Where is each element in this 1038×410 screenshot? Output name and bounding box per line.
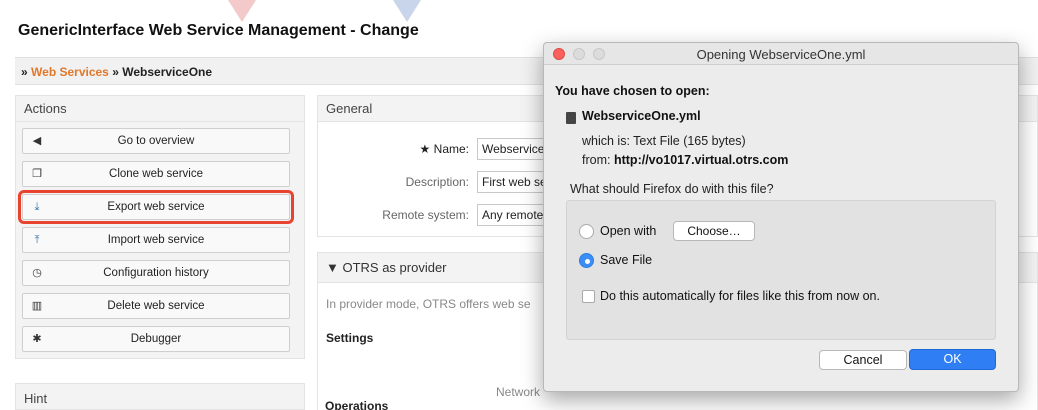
delete-web-service-button[interactable]: ▥ Delete web service: [22, 293, 290, 319]
save-file-radio[interactable]: [579, 253, 594, 268]
description-row: Description:: [318, 171, 469, 193]
ok-button[interactable]: OK: [909, 349, 996, 370]
file-type-info: which is: Text File (165 bytes): [582, 134, 746, 148]
actions-list: ◀ Go to overview ❐ Clone web service ⤓ E…: [16, 122, 304, 358]
provider-description: In provider mode, OTRS offers web se: [326, 297, 531, 311]
name-row: ★ Name:: [318, 138, 469, 160]
dialog-title: Opening WebserviceOne.yml: [696, 47, 866, 62]
settings-title: Settings: [326, 331, 374, 345]
actions-box: Actions ◀ Go to overview ❐ Clone web ser…: [15, 95, 305, 359]
open-with-radio[interactable]: [579, 224, 594, 239]
sidebar: Actions ◀ Go to overview ❐ Clone web ser…: [15, 95, 305, 359]
upload-icon: ⤒: [34, 234, 40, 246]
required-star-icon: ★: [419, 142, 431, 156]
button-label: Export web service: [107, 201, 205, 213]
import-web-service-button[interactable]: ⤒ Import web service: [22, 227, 290, 253]
file-name: WebserviceOne.yml: [582, 109, 701, 123]
action-question: What should Firefox do with this file?: [570, 182, 774, 196]
button-label: Import web service: [107, 234, 205, 246]
button-label: Go to overview: [117, 135, 195, 147]
decor-wedge-blue: [393, 0, 421, 22]
remote-system-row: Remote system:: [318, 204, 469, 226]
export-web-service-button[interactable]: ⤓ Export web service: [18, 190, 294, 224]
network-label: Network: [496, 385, 541, 399]
decor-wedge-red: [228, 0, 256, 22]
button-label: Clone web service: [109, 168, 203, 180]
bug-icon: ✱: [32, 333, 42, 345]
dialog-titlebar: Opening WebserviceOne.yml: [544, 43, 1018, 65]
name-label: ★ Name:: [319, 138, 469, 160]
save-file-label[interactable]: Save File: [600, 253, 652, 267]
from-url: http://vo1017.virtual.otrs.com: [613, 153, 789, 167]
clock-icon: ◷: [32, 267, 42, 279]
trash-icon: ▥: [31, 300, 43, 312]
page-title: GenericInterface Web Service Management …: [18, 22, 419, 39]
description-input[interactable]: First web se: [477, 171, 547, 193]
button-label: Configuration history: [103, 267, 209, 279]
hint-header: Hint: [15, 383, 305, 410]
auto-action-checkbox[interactable]: [582, 290, 595, 303]
configuration-history-button[interactable]: ◷ Configuration history: [22, 260, 290, 286]
cancel-button[interactable]: Cancel: [819, 350, 907, 370]
description-label: Description:: [405, 175, 469, 189]
name-input[interactable]: Webservice: [477, 138, 547, 160]
breadcrumb-link-web-services[interactable]: Web Services: [31, 65, 109, 79]
remote-system-input[interactable]: Any remote: [477, 204, 547, 226]
button-label: Debugger: [130, 333, 182, 345]
options-group: Open with Choose… Save File Do this auto…: [566, 200, 996, 340]
open-with-label[interactable]: Open with: [600, 224, 656, 238]
breadcrumb-separator: »: [112, 65, 119, 79]
download-icon: ⤓: [34, 201, 40, 213]
debugger-button[interactable]: ✱ Debugger: [22, 326, 290, 352]
chosen-heading: You have chosen to open:: [555, 84, 710, 98]
file-icon: [566, 112, 576, 124]
clone-icon: ❐: [32, 168, 42, 180]
remote-system-label: Remote system:: [382, 208, 469, 222]
operations-title: Operations: [325, 399, 389, 410]
download-dialog: Opening WebserviceOne.yml You have chose…: [543, 42, 1019, 392]
choose-application-button[interactable]: Choose…: [673, 221, 755, 241]
actions-header: Actions: [16, 96, 304, 122]
go-to-overview-button[interactable]: ◀ Go to overview: [22, 128, 290, 154]
breadcrumb-current: WebserviceOne: [122, 65, 213, 79]
clone-web-service-button[interactable]: ❐ Clone web service: [22, 161, 290, 187]
button-label: Delete web service: [107, 300, 205, 312]
auto-action-label[interactable]: Do this automatically for files like thi…: [600, 289, 880, 303]
caret-left-icon: ◀: [32, 135, 42, 147]
breadcrumb-separator: »: [21, 65, 28, 79]
name-label-text: Name:: [433, 142, 469, 156]
file-source: from: http://vo1017.virtual.otrs.com: [582, 153, 788, 167]
from-label: from:: [582, 153, 611, 167]
